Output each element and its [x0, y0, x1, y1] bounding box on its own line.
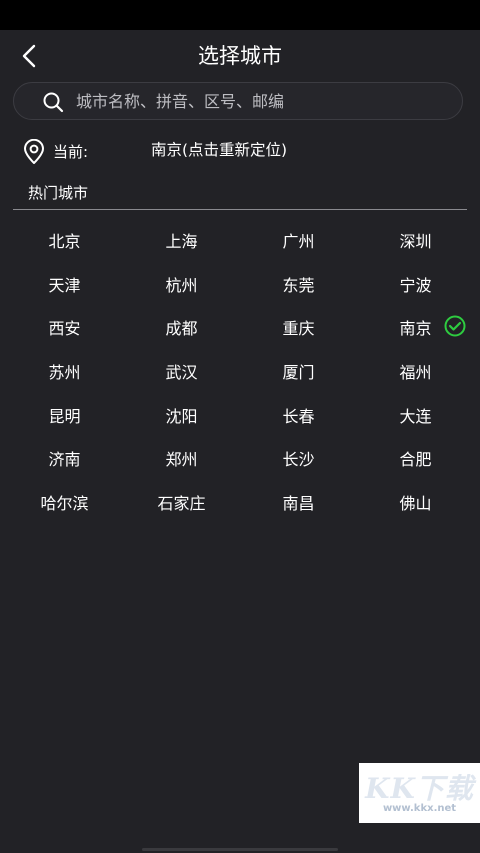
watermark: KK下载 www.kkx.net — [359, 763, 480, 823]
header: 选择城市 — [0, 30, 480, 82]
city-item[interactable]: 郑州 — [123, 436, 240, 480]
city-name: 苏州 — [48, 362, 81, 382]
city-item[interactable]: 合肥 — [357, 436, 474, 480]
city-name: 合肥 — [399, 450, 432, 470]
city-item[interactable]: 宁波 — [357, 262, 474, 306]
city-item[interactable]: 南京 — [357, 305, 474, 349]
home-indicator — [142, 848, 338, 851]
city-item[interactable]: 东莞 — [240, 262, 357, 306]
city-item[interactable]: 天津 — [6, 262, 123, 306]
city-item[interactable]: 厦门 — [240, 349, 357, 393]
city-name: 重庆 — [282, 319, 315, 339]
city-item[interactable]: 大连 — [357, 393, 474, 437]
watermark-url: www.kkx.net — [382, 803, 457, 814]
search-box[interactable] — [13, 82, 463, 120]
city-name: 深圳 — [399, 231, 432, 251]
city-item[interactable]: 济南 — [6, 436, 123, 480]
status-bar — [0, 0, 480, 30]
city-name: 大连 — [399, 406, 432, 426]
watermark-logo: KK下载 — [365, 772, 474, 805]
city-name: 福州 — [399, 362, 432, 382]
divider — [13, 209, 467, 210]
city-item[interactable]: 长春 — [240, 393, 357, 437]
city-name: 宁波 — [399, 275, 432, 295]
city-name: 武汉 — [165, 362, 198, 382]
city-item[interactable]: 佛山 — [357, 480, 474, 524]
city-item[interactable]: 昆明 — [6, 393, 123, 437]
city-item[interactable]: 长沙 — [240, 436, 357, 480]
city-item[interactable]: 沈阳 — [123, 393, 240, 437]
city-item[interactable]: 苏州 — [6, 349, 123, 393]
check-circle-icon — [444, 315, 466, 337]
city-item[interactable]: 北京 — [6, 218, 123, 262]
hot-cities-title: 热门城市 — [28, 184, 89, 202]
city-name: 杭州 — [165, 275, 198, 295]
current-location-value[interactable]: 南京(点击重新定位) — [151, 139, 287, 161]
city-name: 北京 — [48, 231, 81, 251]
city-name: 郑州 — [165, 450, 198, 470]
city-item[interactable]: 广州 — [240, 218, 357, 262]
city-name: 长沙 — [282, 450, 315, 470]
city-name: 西安 — [48, 319, 81, 339]
search-icon — [43, 92, 64, 113]
city-name: 济南 — [48, 450, 81, 470]
city-item[interactable]: 杭州 — [123, 262, 240, 306]
page-title: 选择城市 — [198, 44, 282, 68]
city-item[interactable]: 西安 — [6, 305, 123, 349]
city-item[interactable]: 成都 — [123, 305, 240, 349]
city-name: 南昌 — [282, 493, 315, 513]
city-item[interactable]: 福州 — [357, 349, 474, 393]
city-item[interactable]: 石家庄 — [123, 480, 240, 524]
city-item[interactable]: 上海 — [123, 218, 240, 262]
city-item[interactable]: 南昌 — [240, 480, 357, 524]
city-name: 南京 — [399, 319, 432, 339]
city-item[interactable]: 重庆 — [240, 305, 357, 349]
city-name: 上海 — [165, 231, 198, 251]
city-name: 东莞 — [282, 275, 315, 295]
search-input[interactable] — [76, 83, 446, 119]
location-pin-icon — [24, 139, 44, 164]
city-item[interactable]: 哈尔滨 — [6, 480, 123, 524]
city-name: 长春 — [282, 406, 315, 426]
city-picker-screen: 选择城市 当前: 南京(点击重新定位) 热门城市 北京 上海 广州 深圳天津 杭州 东莞 宁… — [0, 30, 480, 853]
city-name: 昆明 — [48, 406, 81, 426]
city-name: 石家庄 — [157, 493, 206, 513]
current-location-row: 当前: 南京(点击重新定位) — [0, 134, 480, 168]
city-name: 佛山 — [399, 493, 432, 513]
city-name: 沈阳 — [165, 406, 198, 426]
city-name: 成都 — [165, 319, 198, 339]
city-name: 厦门 — [282, 362, 315, 382]
current-location-label: 当前: — [53, 143, 89, 161]
hot-cities-grid: 北京 上海 广州 深圳天津 杭州 东莞 宁波西安 成都 重庆 南京苏州 武汉 厦门 福州昆明 沈阳 长春 大连… — [6, 218, 474, 524]
city-item[interactable]: 武汉 — [123, 349, 240, 393]
city-name: 天津 — [48, 275, 81, 295]
city-name: 哈尔滨 — [40, 493, 89, 513]
city-item[interactable]: 深圳 — [357, 218, 474, 262]
city-name: 广州 — [282, 231, 315, 251]
